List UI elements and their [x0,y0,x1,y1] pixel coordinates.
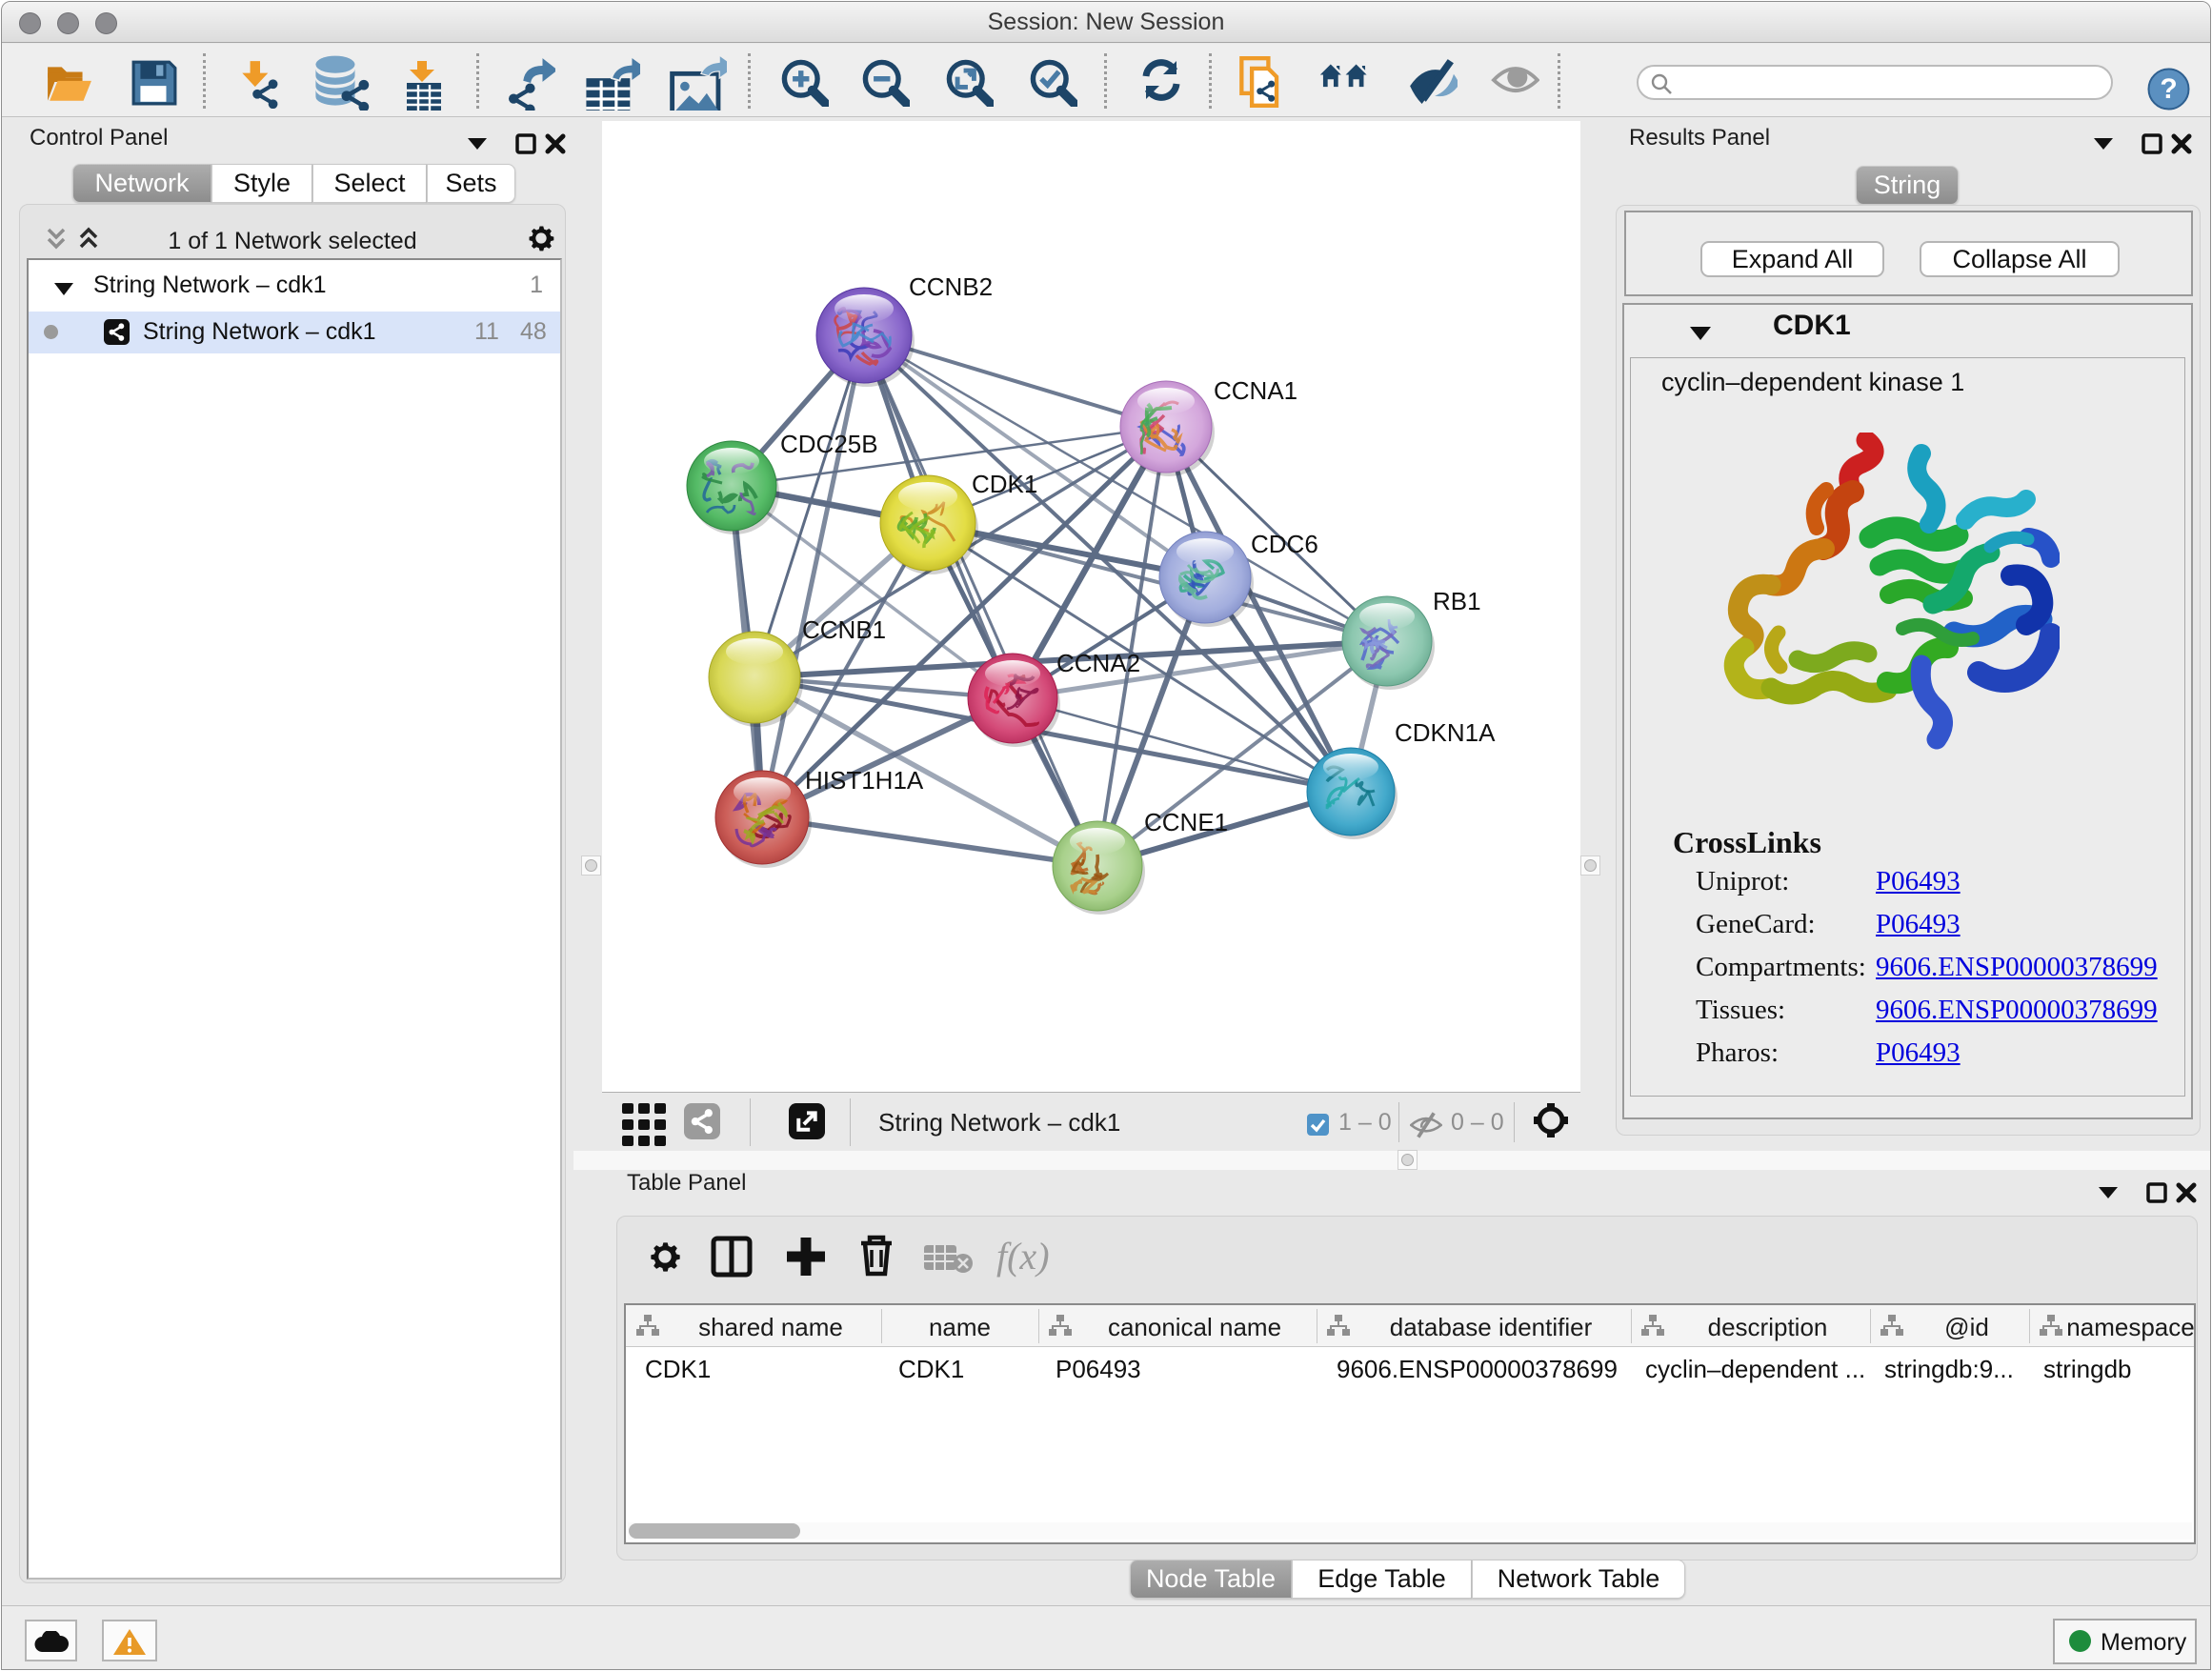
svg-text:RB1: RB1 [1433,587,1481,615]
svg-text:?: ? [2160,73,2177,105]
svg-text:CDK1: CDK1 [972,470,1037,498]
svg-text:CDC25B: CDC25B [780,430,878,458]
svg-text:CCNA2: CCNA2 [1056,649,1140,677]
svg-text:CDC6: CDC6 [1251,530,1318,558]
svg-text:HIST1H1A: HIST1H1A [805,766,924,795]
svg-text:CCNB1: CCNB1 [802,615,886,644]
svg-text:CCNB2: CCNB2 [909,272,993,301]
svg-text:CDKN1A: CDKN1A [1395,718,1496,747]
svg-text:CCNA1: CCNA1 [1214,376,1297,405]
svg-text:CCNE1: CCNE1 [1144,808,1228,836]
